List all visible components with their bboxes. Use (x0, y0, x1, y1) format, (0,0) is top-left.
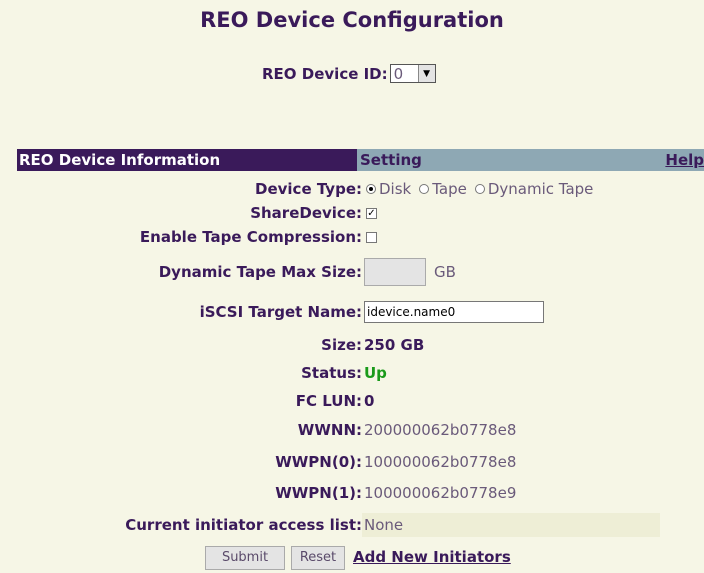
radio-dynamic-tape[interactable] (474, 184, 485, 194)
help-link[interactable]: Help (665, 149, 704, 171)
submit-button[interactable]: Submit (205, 546, 285, 570)
add-new-initiators-link[interactable]: Add New Initiators (353, 548, 511, 566)
device-id-label: REO Device ID: (262, 64, 388, 83)
share-device-checkbox[interactable]: ✓ (366, 207, 377, 219)
chevron-down-icon[interactable]: ▼ (417, 65, 435, 82)
reset-button[interactable]: Reset (291, 546, 345, 570)
wwpn1-row: WWPN(1): 100000062b0778e9 (0, 481, 704, 505)
access-list-value: None (364, 516, 404, 534)
wwpn1-label: WWPN(1): (275, 484, 362, 502)
share-device-label: ShareDevice: (250, 204, 362, 222)
radio-tape[interactable] (419, 184, 430, 194)
fc-lun-value: 0 (364, 392, 375, 410)
device-id-select[interactable]: 0 ▼ (389, 64, 436, 83)
dynamic-tape-max-unit: GB (434, 263, 456, 281)
status-value: Up (364, 364, 387, 382)
wwpn0-row: WWPN(0): 100000062b0778e8 (0, 450, 704, 474)
wwnn-value: 200000062b0778e8 (364, 421, 517, 439)
device-type-label: Device Type: (255, 180, 362, 198)
device-type-row: Device Type: Disk Tape Dynamic Tape (0, 177, 704, 201)
wwnn-label: WWNN: (297, 421, 362, 439)
status-row: Status: Up (0, 361, 704, 385)
access-list-row: Current initiator access list: None (0, 513, 704, 537)
header-setting: Setting (360, 151, 422, 169)
device-type-options: Disk Tape Dynamic Tape (362, 180, 599, 198)
device-id-value: 0 (393, 64, 404, 83)
section-header: REO Device Information Setting Help (17, 149, 704, 171)
radio-disk[interactable] (366, 184, 376, 194)
tape-compression-checkbox[interactable] (366, 231, 377, 243)
iscsi-target-label: iSCSI Target Name: (199, 303, 362, 321)
wwpn0-value: 100000062b0778e8 (364, 453, 517, 471)
fc-lun-label: FC LUN: (295, 392, 362, 410)
device-id-row: REO Device ID: 0 ▼ (262, 64, 436, 83)
tape-compression-label: Enable Tape Compression: (139, 228, 362, 246)
radio-tape-label: Tape (432, 180, 467, 198)
wwpn0-label: WWPN(0): (275, 453, 362, 471)
dynamic-tape-max-input[interactable] (364, 258, 426, 286)
dynamic-tape-max-label: Dynamic Tape Max Size: (158, 263, 362, 281)
tape-compression-row: Enable Tape Compression: (0, 225, 704, 249)
radio-dynamic-tape-label: Dynamic Tape (487, 180, 594, 198)
page-title: REO Device Configuration (200, 8, 504, 32)
size-row: Size: 250 GB (0, 333, 704, 357)
dynamic-tape-max-row: Dynamic Tape Max Size: GB (0, 258, 704, 286)
header-info: REO Device Information (17, 149, 357, 171)
fc-lun-row: FC LUN: 0 (0, 389, 704, 413)
iscsi-target-input[interactable]: idevice.name0 (364, 301, 544, 323)
wwnn-row: WWNN: 200000062b0778e8 (0, 418, 704, 442)
access-list-label: Current initiator access list: (125, 516, 362, 534)
status-label: Status: (301, 364, 362, 382)
wwpn1-value: 100000062b0778e9 (364, 484, 517, 502)
size-label: Size: (321, 336, 362, 354)
size-value: 250 GB (364, 336, 425, 354)
radio-disk-label: Disk (379, 180, 412, 198)
iscsi-target-row: iSCSI Target Name: idevice.name0 (0, 300, 704, 324)
share-device-row: ShareDevice: ✓ (0, 201, 704, 225)
header-setting-bar: Setting Help (357, 149, 704, 171)
